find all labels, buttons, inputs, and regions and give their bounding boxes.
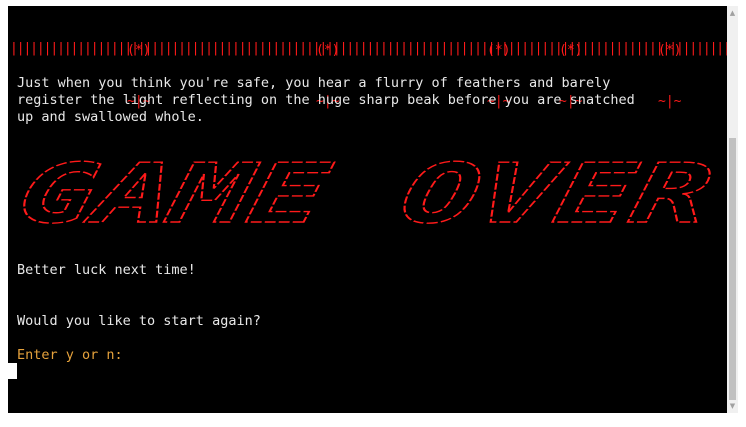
vertical-scrollbar[interactable]: ▲ ▼ [727, 6, 738, 413]
story-line: up and swallowed whole. [17, 109, 204, 125]
fence-line: ||||||||||||||||||||||||||||||||||||||||… [10, 41, 727, 56]
flower: (*) ~|~ [658, 8, 689, 144]
game-over-text: GAME OVER [10, 156, 720, 231]
story-line: Just when you think you're safe, you hea… [17, 75, 611, 91]
scrollbar-thumb[interactable] [729, 138, 736, 400]
story-line: register the light reflecting on the hug… [17, 92, 635, 108]
flower-stem: ~|~ [658, 94, 682, 109]
input-prompt: Enter y or n: [17, 347, 123, 363]
start-again-question: Would you like to start again? [17, 313, 261, 329]
better-luck-message: Better luck next time! [17, 262, 196, 278]
scroll-down-arrow-icon[interactable]: ▼ [727, 401, 738, 411]
scroll-up-arrow-icon[interactable]: ▲ [727, 8, 738, 18]
text-cursor[interactable] [8, 363, 17, 379]
game-over-banner: GAME OVER [9, 156, 721, 231]
terminal-window[interactable]: (*) ~|~ (*) ~|~ (*) ~|~ (*) ~|~ (*) ~|~ … [8, 6, 727, 413]
